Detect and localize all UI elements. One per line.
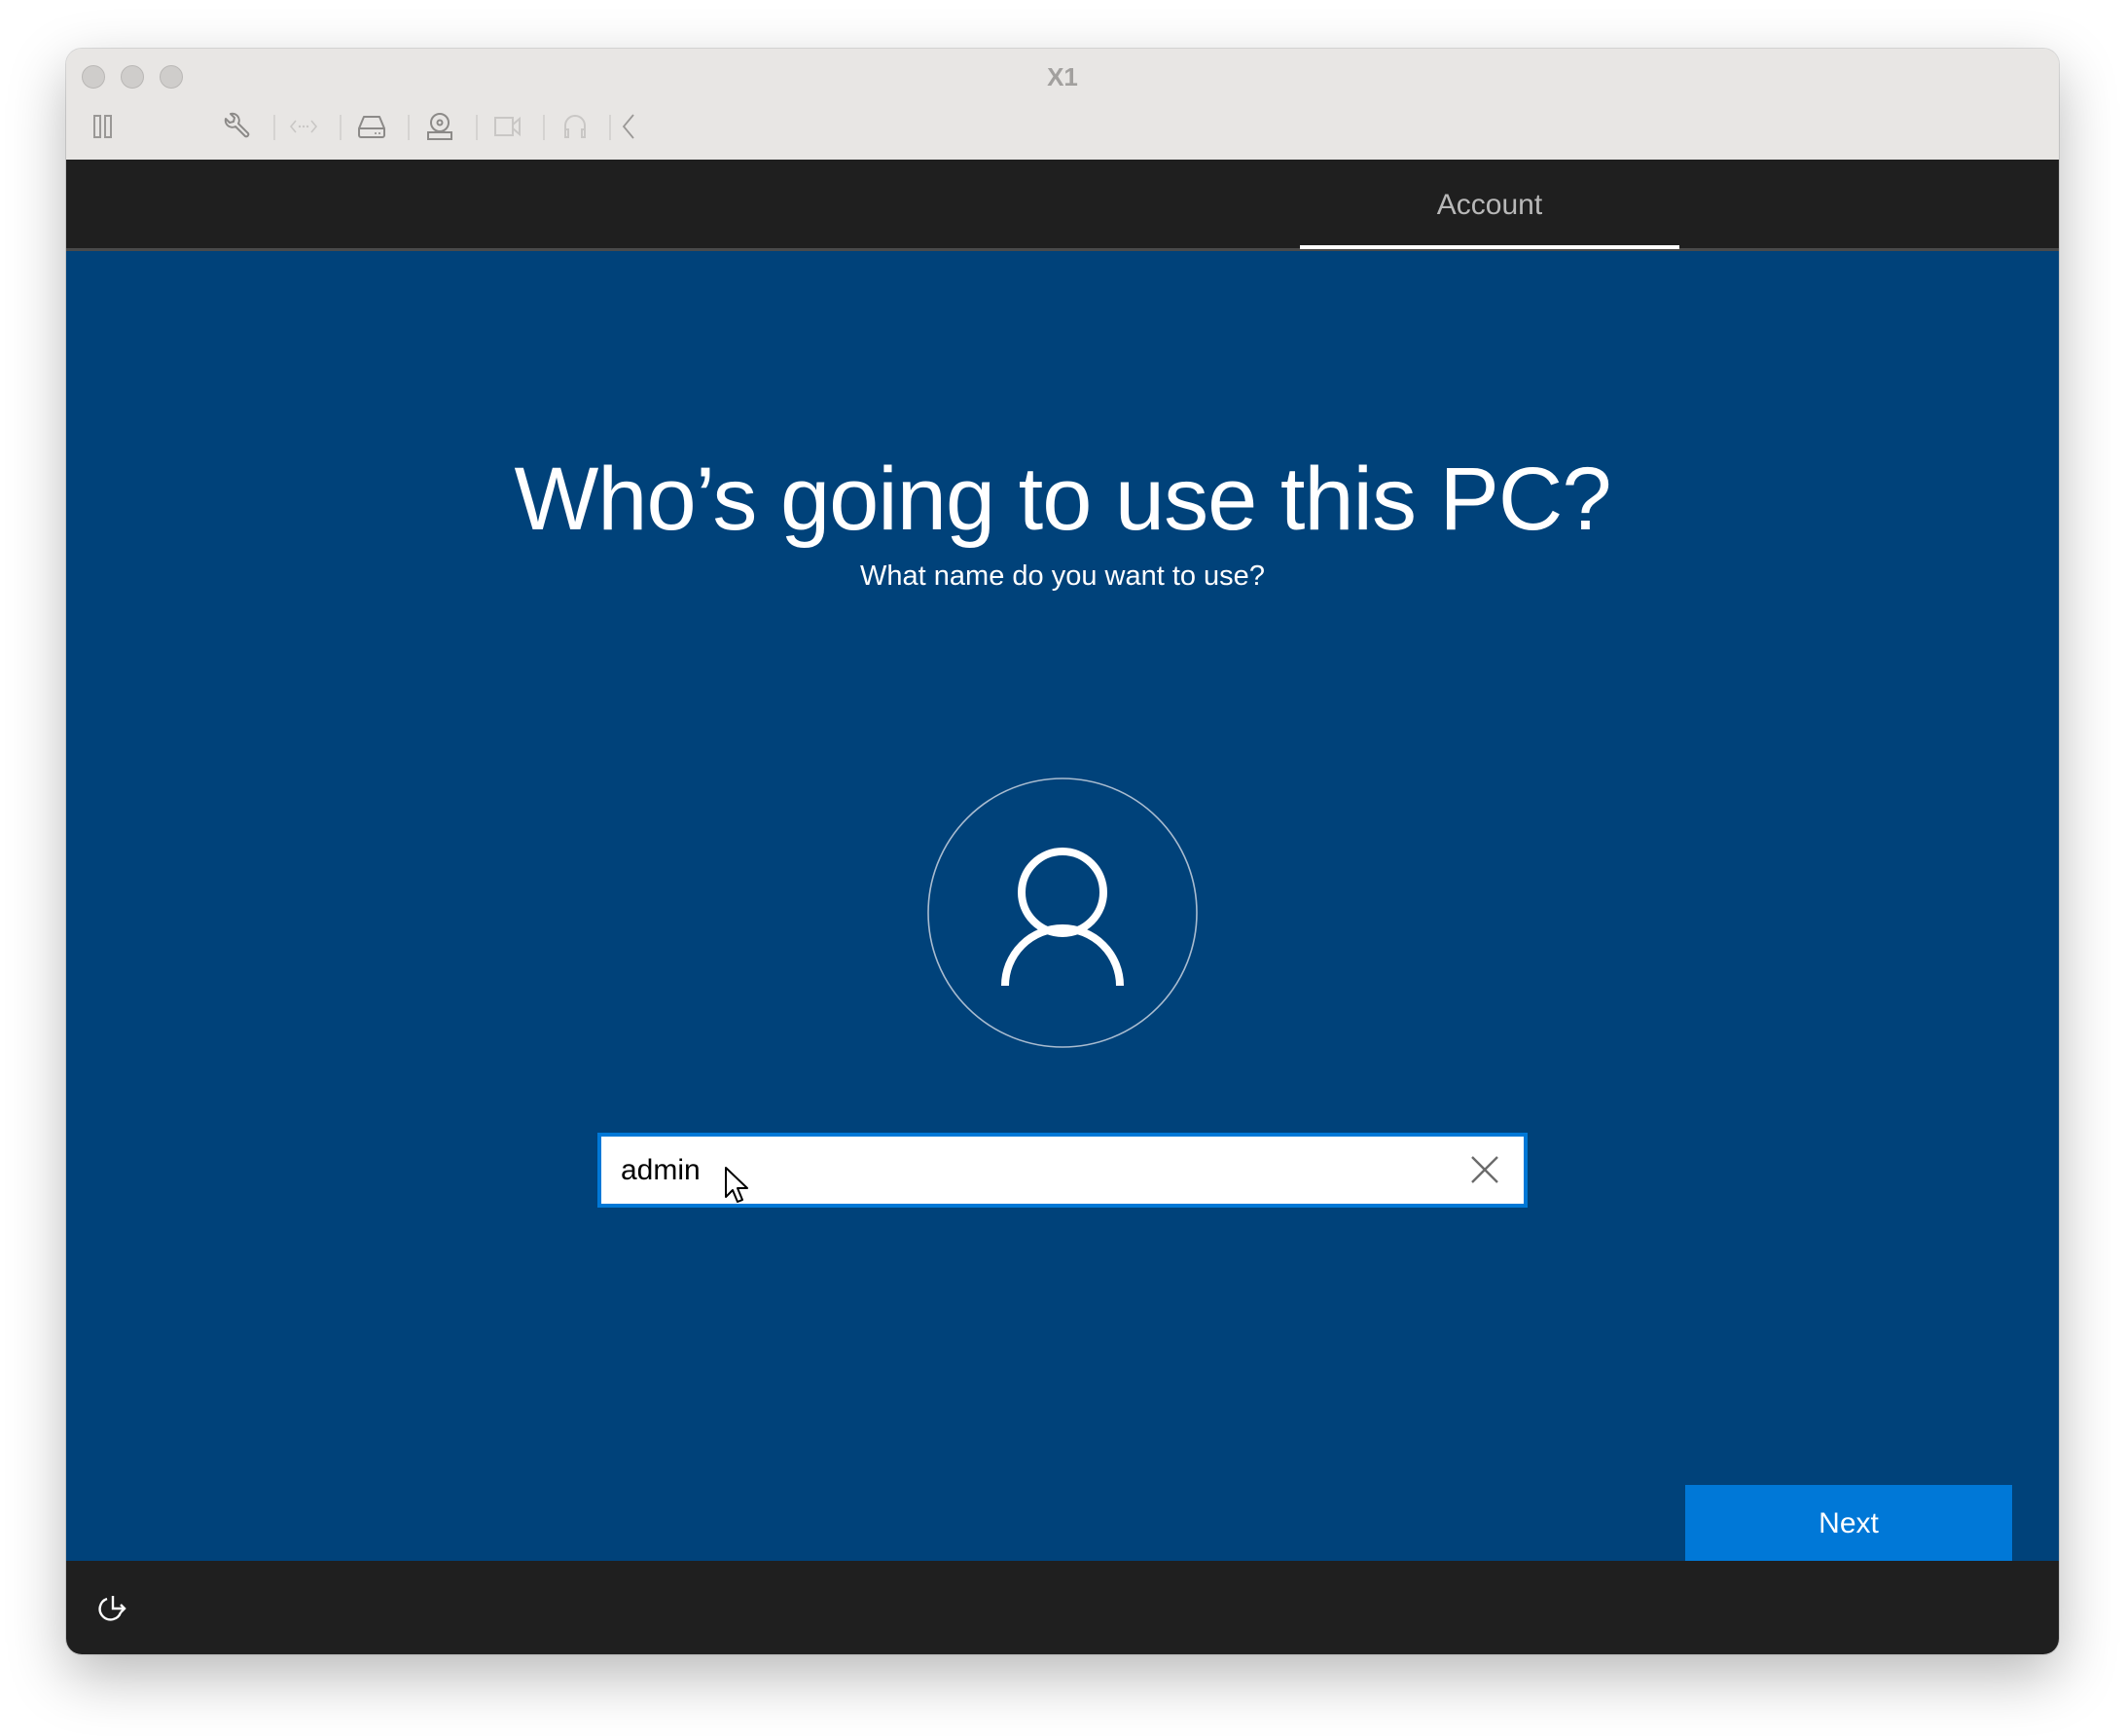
pause-button[interactable] [86,109,121,144]
ease-of-access-button[interactable] [95,1590,130,1625]
camera-icon [494,116,521,137]
camera-button[interactable] [490,109,525,144]
audio-button[interactable] [558,109,593,144]
page-subtitle: What name do you want to use? [860,561,1265,592]
tab-account: Account [1436,189,1543,221]
ease-of-access-icon [98,1596,126,1621]
network-button[interactable] [286,109,321,144]
mouse-pointer [724,1166,751,1207]
avatar [927,778,1198,1048]
clear-input-button[interactable] [1467,1152,1502,1187]
chevron-left-icon [622,114,634,139]
disk-button[interactable] [354,109,389,144]
headphones-icon [564,115,586,138]
toolbar-separator [340,115,342,140]
toolbar-separator [273,115,275,140]
close-icon [1471,1156,1498,1183]
oobe-content: Who’s going to use this PC? What name do… [66,251,2059,1563]
optical-drive-button[interactable] [422,109,457,144]
toolbar-separator [543,115,545,140]
title-bar: X1 [66,49,2059,161]
network-icon [289,120,318,133]
cursor-arrow-icon [725,1167,748,1203]
toolbar-separator [408,115,410,140]
user-icon [927,778,1198,1048]
pause-icon [93,115,112,138]
wrench-icon [224,112,250,138]
oobe-header: Account [66,160,2059,251]
next-button[interactable]: Next [1685,1485,2012,1563]
toolbar-separator [476,115,478,140]
settings-button[interactable] [218,109,253,144]
vm-window: X1 Account Who’s going to use this PC? W… [66,49,2059,1654]
collapse-toolbar-button[interactable] [611,109,646,144]
active-tab-indicator [1300,245,1679,249]
window-title: X1 [1047,62,1078,91]
hard-drive-icon [358,116,385,138]
optical-drive-icon [427,113,452,140]
page-title: Who’s going to use this PC? [514,450,1611,549]
oobe-footer [66,1561,2059,1654]
